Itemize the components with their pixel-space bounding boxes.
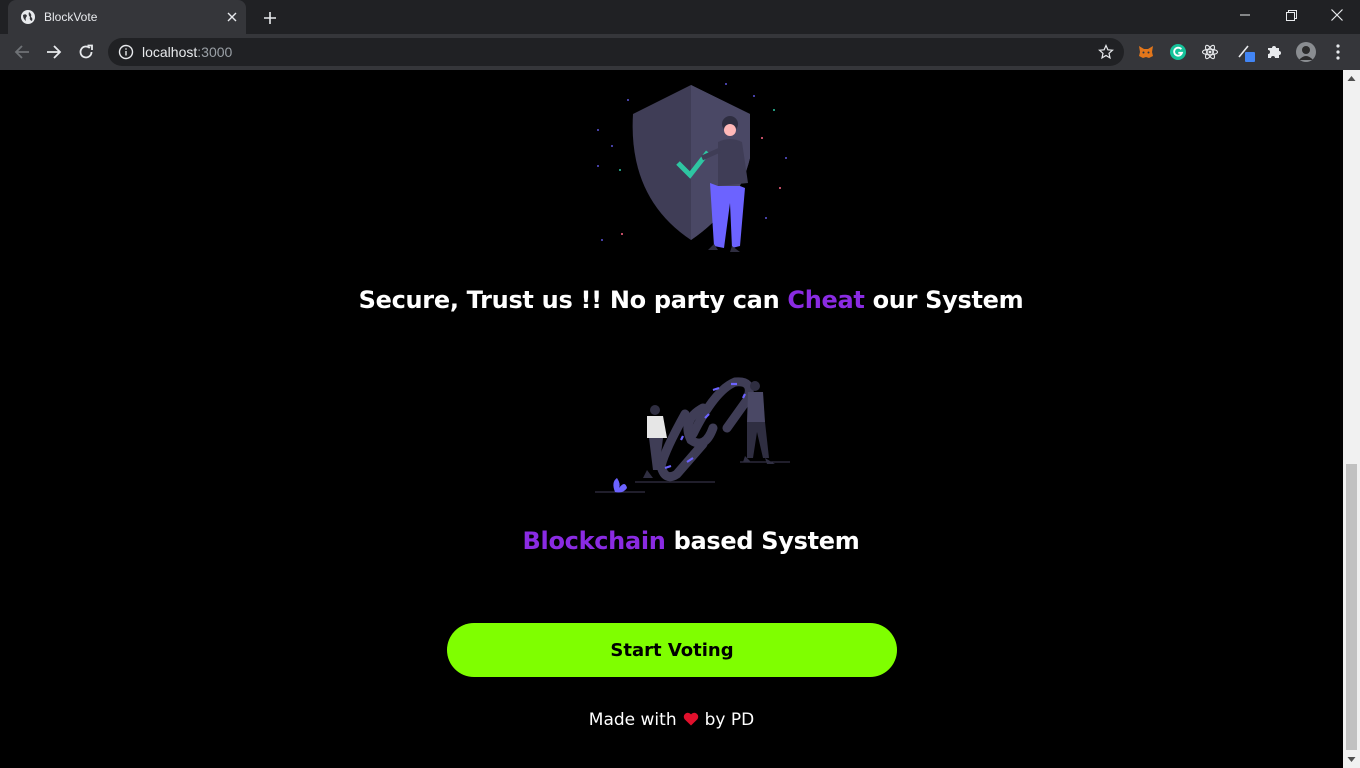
close-tab-icon[interactable] [218, 3, 246, 31]
headline2-text-after: based System [665, 527, 860, 555]
scrollbar-thumb[interactable] [1346, 464, 1357, 750]
close-window-icon[interactable] [1314, 0, 1360, 30]
blockchain-headline: Blockchain based System [0, 527, 1343, 555]
address-bar[interactable]: localhost:3000 [108, 38, 1124, 66]
globe-icon [20, 9, 36, 25]
blockchain-illustration [595, 377, 790, 493]
url-text: localhost:3000 [142, 44, 232, 60]
tab-title: BlockVote [44, 10, 98, 24]
footer-text-after: by PD [704, 710, 755, 730]
site-info-icon[interactable] [118, 44, 134, 60]
security-shield-illustration [597, 83, 787, 252]
headline2-accent-word: Blockchain [522, 527, 666, 555]
restore-icon[interactable] [1268, 0, 1314, 30]
back-arrow-icon[interactable] [8, 38, 36, 66]
scroll-up-arrow-icon[interactable] [1347, 74, 1356, 83]
url-port: :3000 [197, 44, 233, 60]
grammarly-icon[interactable] [1168, 42, 1188, 62]
new-tab-button[interactable] [256, 4, 284, 32]
headline1-text-after: our System [864, 286, 1024, 314]
bookmark-star-icon[interactable] [1098, 44, 1114, 60]
tab-strip: BlockVote [0, 0, 1360, 34]
scroll-down-arrow-icon[interactable] [1347, 755, 1356, 764]
security-headline: Secure, Trust us !! No party can Cheat o… [0, 286, 1343, 314]
forward-arrow-icon[interactable] [40, 38, 68, 66]
heart-icon [683, 711, 699, 731]
headline1-accent-word: Cheat [787, 286, 865, 314]
browser-tab[interactable]: BlockVote [8, 0, 246, 34]
browser-menu-icon[interactable] [1328, 42, 1348, 62]
reload-icon[interactable] [72, 38, 100, 66]
headline1-text-before: Secure, Trust us !! No party can [358, 286, 788, 314]
minimize-icon[interactable] [1222, 0, 1268, 30]
footer-text-before: Made with [588, 710, 677, 730]
react-devtools-icon[interactable] [1200, 42, 1220, 62]
color-picker-icon[interactable] [1236, 42, 1256, 62]
start-voting-button[interactable]: Start Voting [447, 623, 897, 677]
url-host: localhost [142, 44, 198, 60]
page-viewport: Secure, Trust us !! No party can Cheat o… [0, 70, 1343, 768]
extensions-puzzle-icon[interactable] [1264, 42, 1284, 62]
profile-avatar[interactable] [1296, 42, 1316, 62]
vertical-scrollbar[interactable] [1343, 70, 1360, 768]
footer-credit: Made with by PD [0, 710, 1343, 731]
metamask-icon[interactable] [1136, 42, 1156, 62]
